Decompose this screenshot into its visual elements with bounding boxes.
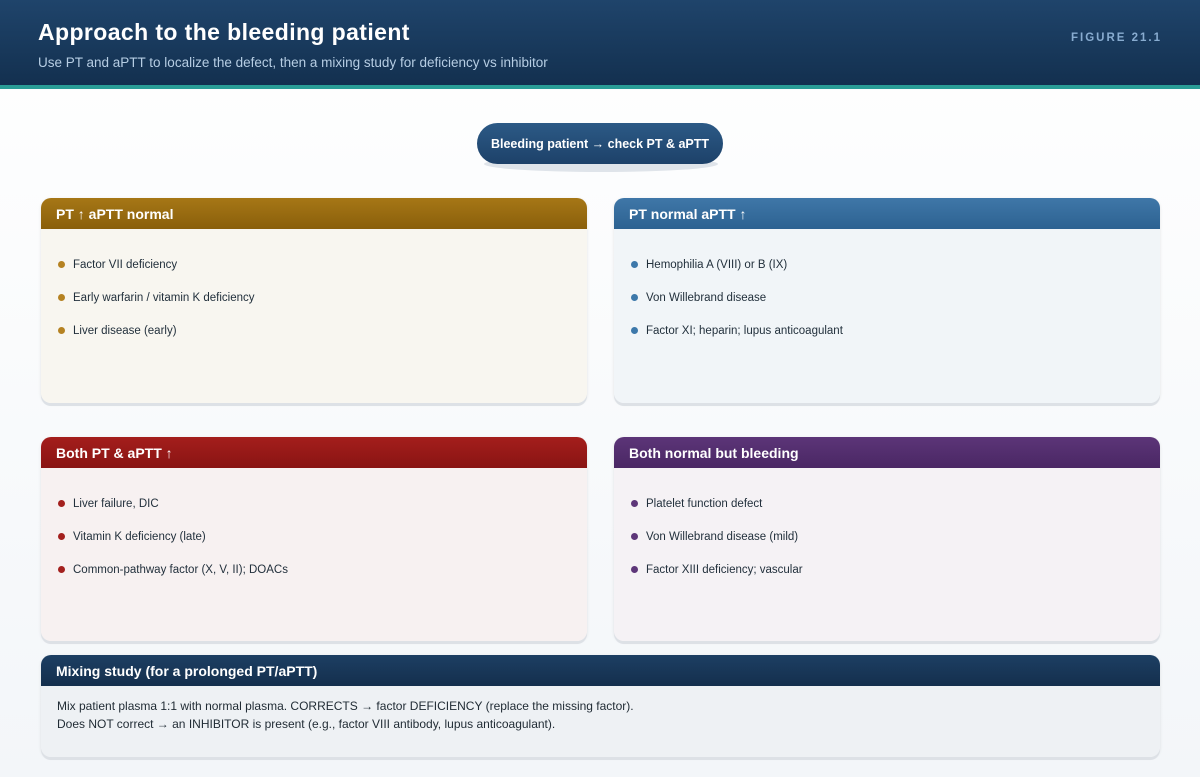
list-item: Platelet function defect: [631, 487, 1160, 520]
list-item: Factor XIII deficiency; vascular: [631, 553, 1160, 586]
list-item-label: Factor XI; heparin; lupus anticoagulant: [646, 324, 843, 337]
list-item: Factor VII deficiency: [58, 248, 587, 281]
bullet-dot: [58, 294, 65, 301]
bullet-dot: [631, 566, 638, 573]
card-aptt-prolonged: PT normal aPTT ↑ Hemophilia A (VIII) or …: [614, 198, 1160, 403]
list-item-label: Von Willebrand disease (mild): [646, 530, 799, 543]
bullet-dot: [631, 261, 638, 268]
card-title: PT ↑ aPTT normal: [41, 198, 587, 229]
card-title: PT normal aPTT ↑: [614, 198, 1160, 229]
header-bar: Approach to the bleeding patient Use PT …: [0, 0, 1200, 85]
list-item-label: Liver failure, DIC: [73, 497, 159, 510]
list-item-label: Hemophilia A (VIII) or B (IX): [646, 258, 788, 271]
list-item: Common-pathway factor (X, V, II); DOACs: [58, 553, 587, 586]
bullet-dot: [631, 533, 638, 540]
bullet-dot: [631, 327, 638, 334]
card-body: Platelet function defect Von Willebrand …: [614, 468, 1160, 641]
card-title: Both normal but bleeding: [614, 437, 1160, 468]
bullet-dot: [58, 261, 65, 268]
card-both-normal: Both normal but bleeding Platelet functi…: [614, 437, 1160, 641]
list-item: Factor XI; heparin; lupus anticoagulant: [631, 314, 1160, 347]
mixing-study-line: Mix patient plasma 1:1 with normal plasm…: [57, 699, 634, 713]
list-item-label: Vitamin K deficiency (late): [73, 530, 206, 543]
list-item: Early warfarin / vitamin K deficiency: [58, 281, 587, 314]
list-item-label: Platelet function defect: [646, 497, 763, 510]
list-item-label: Factor XIII deficiency; vascular: [646, 563, 803, 576]
list-item: Hemophilia A (VIII) or B (IX): [631, 248, 1160, 281]
figure-label: FIGURE 21.1: [1070, 32, 1162, 44]
list-item-label: Common-pathway factor (X, V, II); DOACs: [73, 563, 288, 576]
card-body: Hemophilia A (VIII) or B (IX) Von Willeb…: [614, 229, 1160, 403]
mixing-study-body: Mix patient plasma 1:1 with normal plasm…: [41, 686, 1160, 757]
bullet-dot: [631, 500, 638, 507]
list-item: Von Willebrand disease (mild): [631, 520, 1160, 553]
list-item-label: Early warfarin / vitamin K deficiency: [73, 291, 255, 304]
header-accent-rule: [0, 85, 1200, 89]
mixing-study-title: Mixing study (for a prolonged PT/aPTT): [41, 655, 1160, 686]
list-item: Vitamin K deficiency (late): [58, 520, 587, 553]
list-item: Von Willebrand disease: [631, 281, 1160, 314]
card-pt-prolonged: PT ↑ aPTT normal Factor VII deficiency E…: [41, 198, 587, 403]
list-item-label: Liver disease (early): [73, 324, 177, 337]
bullet-dot: [58, 566, 65, 573]
list-item-label: Factor VII deficiency: [73, 258, 178, 271]
card-both-prolonged: Both PT & aPTT ↑ Liver failure, DIC Vita…: [41, 437, 587, 641]
mixing-study-line: Does NOT correct → an INHIBITOR is prese…: [57, 716, 556, 731]
card-body: Liver failure, DIC Vitamin K deficiency …: [41, 468, 587, 641]
list-item: Liver disease (early): [58, 314, 587, 347]
mixing-study-panel: Mixing study (for a prolonged PT/aPTT) M…: [41, 655, 1160, 757]
page-title: Approach to the bleeding patient: [38, 19, 410, 45]
bullet-dot: [58, 533, 65, 540]
card-title: Both PT & aPTT ↑: [41, 437, 587, 468]
bullet-dot: [58, 327, 65, 334]
list-item: Liver failure, DIC: [58, 487, 587, 520]
start-node: Bleeding patient → check PT & aPTT: [477, 123, 723, 164]
bullet-dot: [58, 500, 65, 507]
page-subtitle: Use PT and aPTT to localize the defect, …: [38, 55, 548, 70]
bullet-dot: [631, 294, 638, 301]
list-item-label: Von Willebrand disease: [646, 291, 767, 304]
card-body: Factor VII deficiency Early warfarin / v…: [41, 229, 587, 403]
